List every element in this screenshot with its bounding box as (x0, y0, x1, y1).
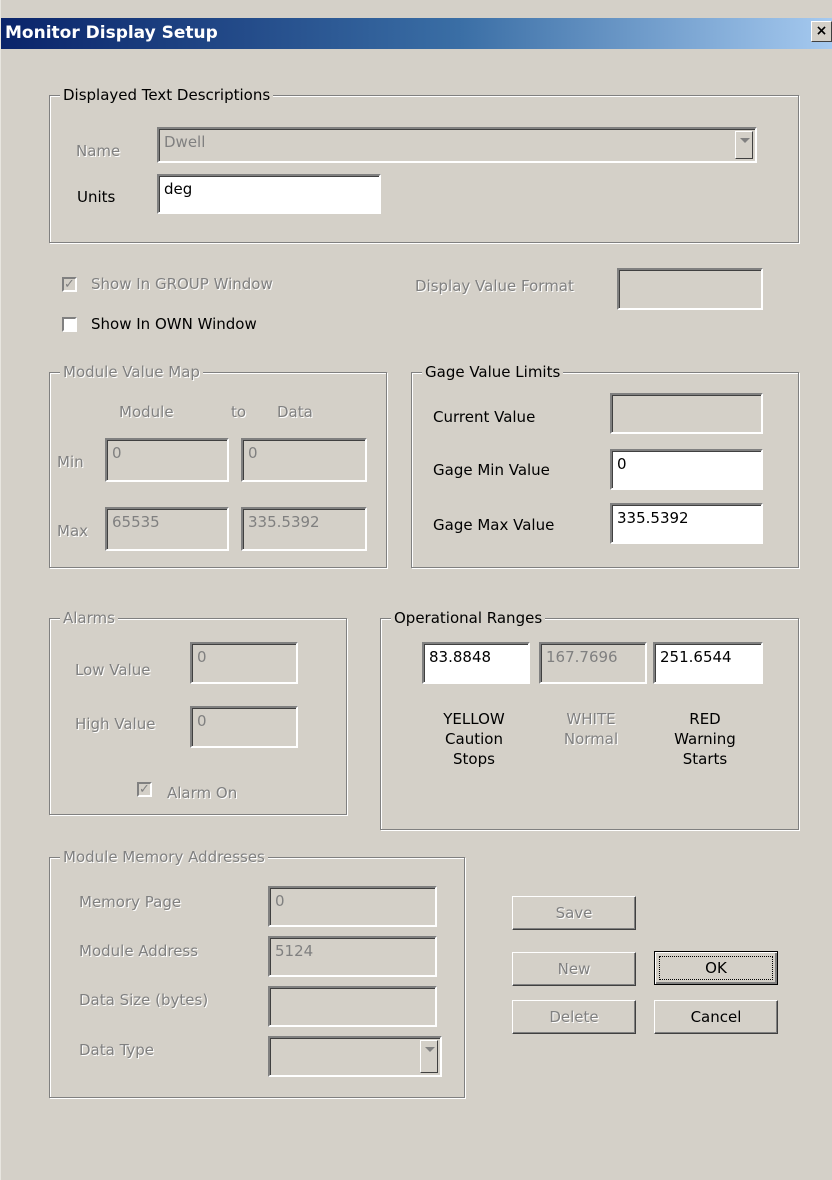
min-label: Min (57, 453, 84, 471)
current-value-label: Current Value (433, 408, 536, 426)
group-legend: Displayed Text Descriptions (60, 85, 274, 105)
white-range-caption: WHITE Normal (563, 710, 619, 748)
data-size-input[interactable] (268, 986, 437, 1027)
data-max-input[interactable]: 335.5392 (241, 507, 367, 551)
memory-page-label: Memory Page (79, 893, 182, 911)
to-column-header: to (231, 403, 247, 421)
alarm-on-label: Alarm On (167, 784, 238, 802)
title-bar[interactable]: Monitor Display Setup × (1, 18, 832, 49)
gage-max-label: Gage Max Value (433, 516, 555, 534)
module-address-input[interactable]: 5124 (268, 936, 437, 977)
red-range-caption: RED Warning Starts (674, 710, 736, 768)
units-input[interactable]: deg (157, 174, 381, 214)
data-column-header: Data (277, 403, 313, 421)
group-legend: Operational Ranges (391, 608, 546, 628)
focus-rect (659, 956, 773, 980)
cancel-button[interactable]: Cancel (654, 1000, 778, 1034)
gage-min-input[interactable]: 0 (610, 449, 763, 490)
group-legend: Gage Value Limits (422, 362, 564, 382)
memory-page-input[interactable]: 0 (268, 886, 437, 927)
group-legend: Module Value Map (60, 362, 203, 382)
show-own-checkbox[interactable] (62, 317, 77, 332)
module-column-header: Module (119, 403, 174, 421)
gage-max-input[interactable]: 335.5392 (610, 503, 763, 544)
yellow-range-caption: YELLOW Caution Stops (443, 710, 505, 768)
alarm-on-checkbox[interactable]: ✓ (137, 782, 152, 797)
ok-button[interactable]: OK (654, 951, 778, 985)
monitor-display-setup-dialog: Monitor Display Setup × Displayed Text D… (0, 0, 832, 1180)
high-value-label: High Value (75, 715, 156, 733)
display-value-format-input[interactable] (617, 268, 763, 310)
show-group-label: Show In GROUP Window (91, 275, 273, 293)
dialog-client-area: Displayed Text Descriptions Name Dwell U… (1, 49, 832, 1180)
delete-button[interactable]: Delete (512, 1000, 636, 1034)
yellow-range-input[interactable]: 83.8848 (422, 642, 530, 684)
display-value-format-label: Display Value Format (415, 277, 574, 295)
max-label: Max (57, 522, 89, 540)
name-label: Name (76, 142, 121, 160)
units-label: Units (77, 188, 116, 206)
low-value-input[interactable]: 0 (190, 642, 298, 684)
chevron-down-icon[interactable] (420, 1040, 438, 1073)
high-value-input[interactable]: 0 (190, 706, 298, 748)
data-min-input[interactable]: 0 (241, 438, 367, 482)
name-dropdown-value: Dwell (164, 133, 206, 151)
chevron-down-icon[interactable] (735, 131, 753, 159)
displayed-text-descriptions-group: Displayed Text Descriptions (49, 85, 799, 243)
data-type-label: Data Type (79, 1041, 155, 1059)
data-size-label: Data Size (bytes) (79, 991, 209, 1009)
close-icon[interactable]: × (811, 21, 832, 42)
gage-min-label: Gage Min Value (433, 461, 550, 479)
data-type-dropdown[interactable] (268, 1036, 442, 1077)
module-address-label: Module Address (79, 942, 199, 960)
show-group-checkbox[interactable]: ✓ (62, 277, 77, 292)
white-range-input[interactable]: 167.7696 (539, 642, 647, 684)
low-value-label: Low Value (75, 661, 151, 679)
show-own-label: Show In OWN Window (91, 315, 257, 333)
group-legend: Alarms (60, 608, 118, 628)
new-button[interactable]: New (512, 952, 636, 986)
save-button[interactable]: Save (512, 896, 636, 930)
current-value-input[interactable] (610, 393, 763, 434)
module-max-input[interactable]: 65535 (105, 507, 229, 551)
name-dropdown[interactable]: Dwell (157, 127, 757, 163)
red-range-input[interactable]: 251.6544 (653, 642, 763, 684)
module-min-input[interactable]: 0 (105, 438, 229, 482)
group-legend: Module Memory Addresses (60, 847, 268, 867)
dialog-title: Monitor Display Setup (5, 23, 218, 43)
